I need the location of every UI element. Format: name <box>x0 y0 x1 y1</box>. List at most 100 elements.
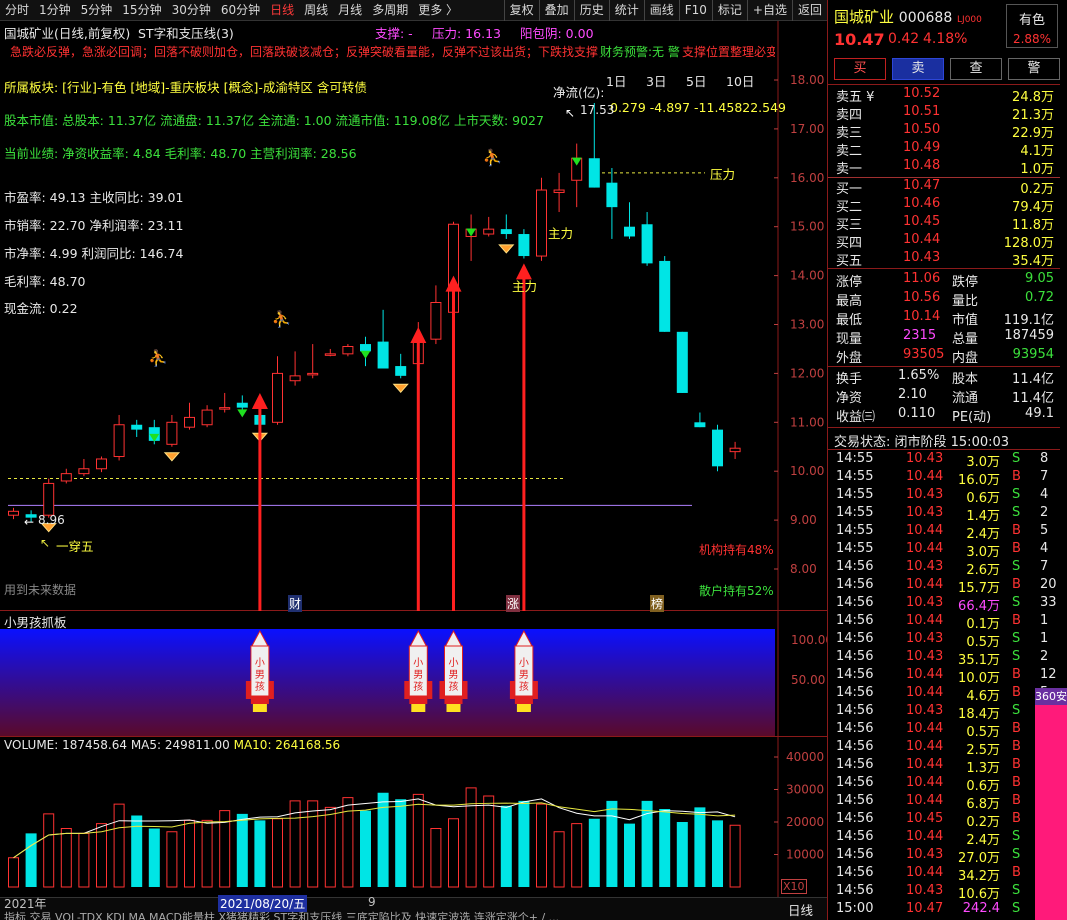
volume-panel[interactable]: 40000 30000 20000 10000 VOLUME: 187458.64 M… <box>0 737 827 897</box>
price-tick-label: 18.00 <box>790 73 824 87</box>
toolbar-right-2[interactable]: 历史 <box>573 0 609 21</box>
bid-volume: 79.4万 <box>1012 200 1054 215</box>
tick-row: 14:55 10.43 1.4万 S 2 <box>828 505 1060 524</box>
buy-button[interactable]: 买 <box>834 58 886 80</box>
toolbar-right-1[interactable]: 叠加 <box>538 0 574 21</box>
stat2-label: 收益㈢ <box>836 410 876 425</box>
toolbar-5[interactable]: 60分钟 <box>216 0 265 21</box>
quote-panel: 国城矿业 000688 LJ000 10.47 0.42 4.18% 有色 2.… <box>827 0 1067 920</box>
tick-side: B <box>1012 541 1021 556</box>
stat2-label-2: 股本 <box>952 372 979 387</box>
toolbar-right-7[interactable]: +自选 <box>746 0 792 21</box>
low-price-label: 8.96 <box>38 513 65 527</box>
tick-count: 4 <box>1040 541 1049 556</box>
toolbar-9[interactable]: 多周期 <box>367 0 413 21</box>
green-arrow-icon <box>360 350 371 359</box>
red-up-arrow-head <box>445 275 462 292</box>
tick-row: 14:5610.446.8万B5 <box>828 793 1060 812</box>
bid-volume: 11.8万 <box>1012 218 1054 233</box>
toolbar-10[interactable]: 更多 〉 <box>413 0 463 21</box>
toolbar-0[interactable]: 分时 <box>0 0 34 21</box>
ind2-tick-50: 50.00 <box>791 673 826 687</box>
candle-body-down <box>131 424 143 430</box>
query-button[interactable]: 查 <box>950 58 1002 80</box>
bid-label: 买一 <box>836 182 863 197</box>
tick-price: 10.43 <box>906 883 944 898</box>
candle-body-up <box>729 447 741 453</box>
volume-bar-up <box>536 803 547 888</box>
svg-text:小: 小 <box>519 657 529 669</box>
toolbar-7[interactable]: 周线 <box>299 0 333 21</box>
toolbar-right-4[interactable]: 画线 <box>643 0 679 21</box>
candle-body-up <box>166 421 178 445</box>
future-data-note: 用到未来数据 <box>4 583 77 597</box>
bid-row: 买四 10.44 128.0万 <box>828 232 1060 251</box>
alert-button[interactable]: 警 <box>1008 58 1060 80</box>
volume-bar-up <box>483 795 495 888</box>
volume-bar-down <box>694 807 706 887</box>
price-tick-label: 12.00 <box>790 366 824 380</box>
ask-label: 卖三 <box>836 126 863 141</box>
stat-label: 最高 <box>836 294 863 309</box>
bid-row: 买三 10.45 11.8万 <box>828 214 1060 233</box>
svg-text:男: 男 <box>449 669 459 681</box>
volume-bar-down <box>624 823 635 887</box>
toolbar-right-8[interactable]: 返回 <box>791 0 827 21</box>
tick-price: 10.43 <box>906 631 944 646</box>
tick-volume: 0.5万 <box>966 635 1000 650</box>
tick-row: 14:55 10.44 3.0万 B 4 <box>828 541 1060 560</box>
toolbar-2[interactable]: 5分钟 <box>76 0 118 21</box>
candle-body-up <box>43 482 55 516</box>
toolbar-1[interactable]: 1分钟 <box>34 0 76 21</box>
tick-side: S <box>1012 649 1021 664</box>
svg-text:男: 男 <box>413 669 423 681</box>
candle-body-down <box>518 234 530 257</box>
sector-badge[interactable]: 有色 2.88% <box>1006 4 1058 48</box>
tick-count: 1 <box>1040 613 1049 628</box>
volume-bar-down <box>659 809 671 887</box>
candle-body-up <box>536 189 547 257</box>
toolbar-3[interactable]: 15分钟 <box>117 0 166 21</box>
bid-row: 买一 10.47 0.2万 <box>828 178 1060 197</box>
period-label[interactable]: 日线 <box>788 900 813 919</box>
indicator-tabs[interactable]: 指标 交易 VOL-TDX KDJ MA MACD能量柱 X猪猪精彩 ST字和支… <box>4 909 774 920</box>
bid-price: 10.47 <box>903 178 941 193</box>
toolbar-4[interactable]: 30分钟 <box>167 0 216 21</box>
tick-volume: 16.0万 <box>958 473 1000 488</box>
marker-finance[interactable]: 财 <box>288 595 303 612</box>
price-tick-label: 10.00 <box>790 464 824 478</box>
main-kline-chart[interactable]: 国城矿业(日线,前复权) ST字和支压线(3) 支撑: - 压力: 16.13 … <box>0 21 827 612</box>
price-tick-label: 11.00 <box>790 415 824 429</box>
tick-row: 14:56 10.43 35.1万 S 2 <box>828 649 1060 668</box>
svg-text:孩: 孩 <box>519 680 529 693</box>
tick-side: B <box>1012 721 1021 736</box>
toolbar-right-0[interactable]: 复权 <box>503 0 539 21</box>
svg-text:小: 小 <box>449 657 459 669</box>
bid-row: 买五 10.43 35.4万 <box>828 250 1060 269</box>
stat-value: 11.06 <box>903 271 941 286</box>
price-tick-label: 16.00 <box>790 171 824 185</box>
marker-limit-up[interactable]: 涨 <box>506 595 521 612</box>
toolbar-right-3[interactable]: 统计 <box>608 0 644 21</box>
stat2-value-2: 11.4亿 <box>1012 372 1054 387</box>
tick-side: B <box>1012 865 1021 880</box>
green-arrow-icon <box>237 409 248 418</box>
tick-count: 12 <box>1040 667 1057 682</box>
marker-list[interactable]: 榜 <box>650 595 665 612</box>
candle-body-down <box>588 158 600 188</box>
toolbar-right-5[interactable]: F10 <box>678 0 712 21</box>
side-scroll-widget[interactable] <box>1035 688 1067 920</box>
tick-price: 10.44 <box>906 739 944 754</box>
toolbar-8[interactable]: 月线 <box>333 0 367 21</box>
toolbar-6[interactable]: 日线 <box>265 0 299 21</box>
tick-time: 14:56 <box>836 631 874 646</box>
candle-body-up <box>8 510 19 516</box>
sell-button[interactable]: 卖 <box>892 58 944 80</box>
tick-side: S <box>1012 847 1021 862</box>
side-tag[interactable]: 360安 <box>1035 688 1067 705</box>
rocket-indicator-panel[interactable]: 小男孩小男孩小男孩小男孩 小男孩抓板 100.00 50.00 <box>0 611 833 737</box>
tick-row: 14:56 10.43 2.6万 S 7 <box>828 559 1060 578</box>
tick-time: 14:56 <box>836 721 874 736</box>
bid-price: 10.43 <box>903 250 941 265</box>
toolbar-right-6[interactable]: 标记 <box>711 0 747 21</box>
